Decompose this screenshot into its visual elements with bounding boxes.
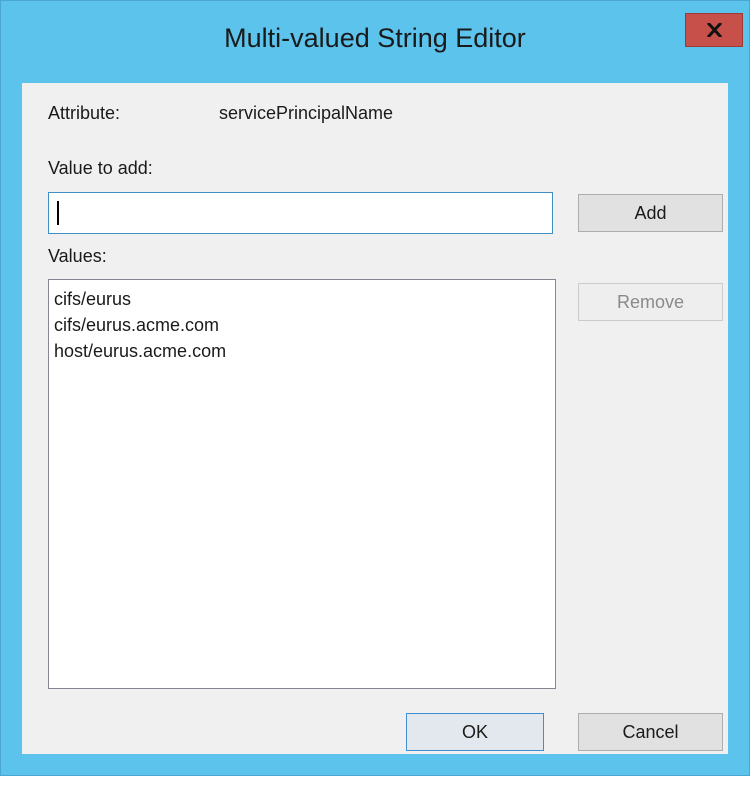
cancel-button[interactable]: Cancel bbox=[578, 713, 723, 751]
value-to-add-input[interactable] bbox=[48, 192, 553, 234]
list-item[interactable]: cifs/eurus.acme.com bbox=[49, 312, 226, 338]
add-button[interactable]: Add bbox=[578, 194, 723, 232]
text-caret bbox=[57, 201, 59, 225]
remove-button[interactable]: Remove bbox=[578, 283, 723, 321]
dialog-window: Multi-valued String Editor Attribute: se… bbox=[0, 0, 750, 776]
attribute-label: Attribute: bbox=[48, 103, 121, 123]
values-list: cifs/eurus cifs/eurus.acme.com host/eurus.… bbox=[49, 286, 226, 364]
values-listbox[interactable]: cifs/eurus cifs/eurus.acme.com host/eurus.… bbox=[48, 279, 556, 689]
list-item[interactable]: host/eurus.acme.com bbox=[49, 338, 226, 364]
close-icon bbox=[707, 23, 722, 37]
title-bar[interactable]: Multi-valued String Editor bbox=[1, 1, 749, 83]
value-to-add-label: Value to add: bbox=[48, 158, 153, 178]
dialog-content: Attribute: servicePrincipalName Value to… bbox=[22, 83, 728, 754]
dialog-title: Multi-valued String Editor bbox=[224, 23, 526, 53]
close-button[interactable] bbox=[685, 13, 743, 47]
ok-button[interactable]: OK bbox=[406, 713, 544, 751]
values-label: Values: bbox=[48, 246, 107, 266]
list-item[interactable]: cifs/eurus bbox=[49, 286, 226, 312]
attribute-value: servicePrincipalName bbox=[219, 103, 394, 123]
